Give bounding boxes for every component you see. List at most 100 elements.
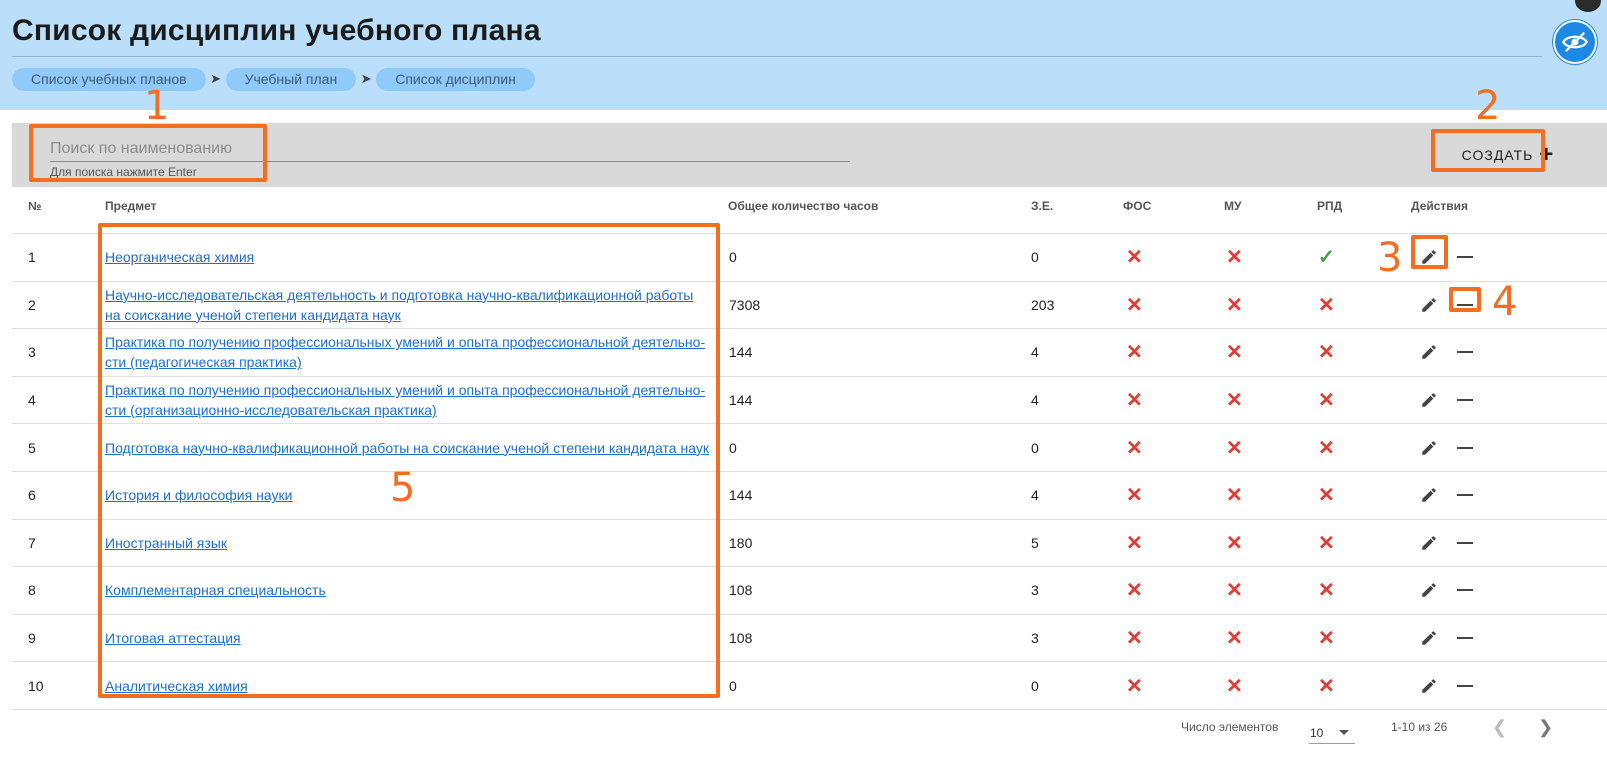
minus-icon — [1457, 256, 1473, 259]
subject-link[interactable]: Итоговая аттестация — [105, 628, 715, 648]
subject-link[interactable]: Неорганическая химия — [105, 247, 715, 267]
total-hours: 0 — [729, 439, 737, 456]
remove-button[interactable] — [1456, 296, 1474, 314]
total-hours: 108 — [729, 630, 753, 647]
remove-button[interactable] — [1456, 439, 1474, 457]
annotation-number: 3 — [1377, 235, 1403, 281]
row-number: 3 — [28, 344, 36, 361]
pencil-icon — [1422, 298, 1436, 312]
edit-button[interactable] — [1418, 627, 1440, 649]
credit-units: 0 — [1031, 249, 1039, 266]
minus-icon — [1457, 541, 1473, 544]
corner-badge[interactable] — [1575, 0, 1601, 12]
pencil-icon — [1422, 678, 1436, 693]
create-button[interactable]: СОЗДАТЬ + — [1455, 137, 1561, 173]
table-row: 4 Практика по получению профессиональных … — [12, 377, 1607, 425]
cross-icon: ✕ — [1318, 389, 1335, 412]
table-row: 9 Итоговая аттестация 108 3 ✕ ✕ ✕ — [12, 615, 1607, 663]
cross-icon: ✕ — [1226, 294, 1243, 317]
credit-units: 5 — [1031, 534, 1039, 551]
search-input[interactable] — [50, 136, 850, 162]
remove-button[interactable] — [1456, 534, 1474, 552]
subject-link[interactable]: Практика по получению профессиональных у… — [105, 380, 715, 420]
page-header: Список дисциплин учебного плана Список у… — [0, 0, 1607, 110]
edit-button[interactable] — [1418, 246, 1440, 268]
remove-button[interactable] — [1456, 629, 1474, 647]
edit-button[interactable] — [1418, 389, 1440, 411]
table-row: 10 Аналитическая химия 0 0 ✕ ✕ ✕ — [12, 662, 1607, 710]
page-size-select[interactable]: 10 — [1309, 716, 1355, 744]
subject-line: на соискание ученой степени кандидата на… — [105, 306, 401, 323]
row-number: 9 — [28, 630, 36, 647]
column-header-credits: З.Е. — [1031, 199, 1054, 213]
cross-icon: ✕ — [1126, 579, 1143, 602]
cross-icon: ✕ — [1318, 579, 1335, 602]
total-hours: 0 — [729, 677, 737, 694]
table-row: 7 Иностранный язык 180 5 ✕ ✕ ✕ — [12, 520, 1607, 568]
check-icon: ✓ — [1318, 246, 1335, 269]
edit-button[interactable] — [1418, 675, 1440, 697]
edit-button[interactable] — [1418, 579, 1440, 601]
remove-button[interactable] — [1456, 343, 1474, 361]
total-hours: 144 — [729, 487, 753, 504]
eye-slash-icon — [1562, 31, 1588, 53]
edit-button[interactable] — [1418, 437, 1440, 459]
column-header-actions: Действия — [1411, 199, 1469, 213]
minus-icon — [1457, 446, 1473, 449]
disciplines-table: № Предмет Общее количество часов З.Е. ФО… — [12, 187, 1607, 710]
credit-units: 0 — [1031, 439, 1039, 456]
column-header-number: № — [28, 199, 42, 213]
remove-button[interactable] — [1456, 677, 1474, 695]
remove-button[interactable] — [1456, 391, 1474, 409]
total-hours: 7308 — [729, 296, 761, 313]
column-header-hours: Общее количество часов — [728, 199, 879, 213]
subject-line: сти (организационно-исследовательская пр… — [105, 402, 437, 419]
pencil-icon — [1422, 536, 1436, 550]
remove-button[interactable] — [1456, 581, 1474, 599]
page-size-label: Число элементов — [1181, 720, 1279, 734]
cross-icon: ✕ — [1318, 484, 1335, 507]
breadcrumb-study-plan[interactable]: Учебный план — [225, 67, 357, 91]
subject-link[interactable]: Практика по получению профессиональных у… — [105, 332, 715, 372]
breadcrumb-disciplines[interactable]: Список дисциплин — [376, 67, 535, 91]
edit-button[interactable] — [1418, 484, 1440, 506]
total-hours: 108 — [729, 582, 753, 599]
remove-button[interactable] — [1456, 486, 1474, 504]
row-number: 2 — [28, 296, 36, 313]
edit-button[interactable] — [1418, 341, 1440, 363]
cross-icon: ✕ — [1126, 294, 1143, 317]
plus-icon: + — [1539, 141, 1555, 168]
edit-button[interactable] — [1418, 294, 1440, 316]
subject-link[interactable]: Комплементарная специальность — [105, 580, 715, 600]
cross-icon: ✕ — [1126, 627, 1143, 650]
breadcrumb-separator-icon: ➤ — [360, 71, 372, 86]
accessibility-toggle-button[interactable] — [1553, 20, 1597, 64]
total-hours: 180 — [729, 534, 753, 551]
subject-link[interactable]: Аналитическая химия — [105, 676, 715, 696]
subject-line: Научно-исследовательская деятельность и … — [105, 286, 694, 303]
breadcrumb-separator-icon: ➤ — [210, 71, 222, 86]
pencil-icon — [1422, 488, 1436, 503]
subject-link[interactable]: Иностранный язык — [105, 533, 715, 553]
pencil-icon — [1422, 440, 1436, 455]
breadcrumb: Список учебных планов ➤ Учебный план ➤ С… — [12, 67, 535, 91]
breadcrumb-study-plans[interactable]: Список учебных планов — [12, 67, 206, 91]
remove-button[interactable] — [1456, 248, 1474, 266]
cross-icon: ✕ — [1226, 579, 1243, 602]
row-number: 5 — [28, 439, 36, 456]
table-row: 6 История и философия науки 144 4 ✕ ✕ ✕ — [12, 472, 1607, 520]
cross-icon: ✕ — [1318, 532, 1335, 555]
page-range: 1-10 из 26 — [1391, 720, 1448, 734]
edit-button[interactable] — [1418, 532, 1440, 554]
cross-icon: ✕ — [1126, 389, 1143, 412]
cross-icon: ✕ — [1126, 675, 1143, 698]
cross-icon: ✕ — [1226, 484, 1243, 507]
subject-link[interactable]: Научно-исследовательская деятельность и … — [105, 285, 715, 325]
cross-icon: ✕ — [1226, 246, 1243, 269]
credit-units: 0 — [1031, 677, 1039, 694]
next-page-button[interactable]: ❯ — [1538, 717, 1553, 738]
subject-link[interactable]: Подготовка научно-квалификационной работ… — [105, 438, 715, 458]
row-number: 7 — [28, 534, 36, 551]
previous-page-button[interactable]: ❮ — [1492, 717, 1507, 738]
subject-line: Практика по получению профессиональных у… — [105, 382, 706, 399]
